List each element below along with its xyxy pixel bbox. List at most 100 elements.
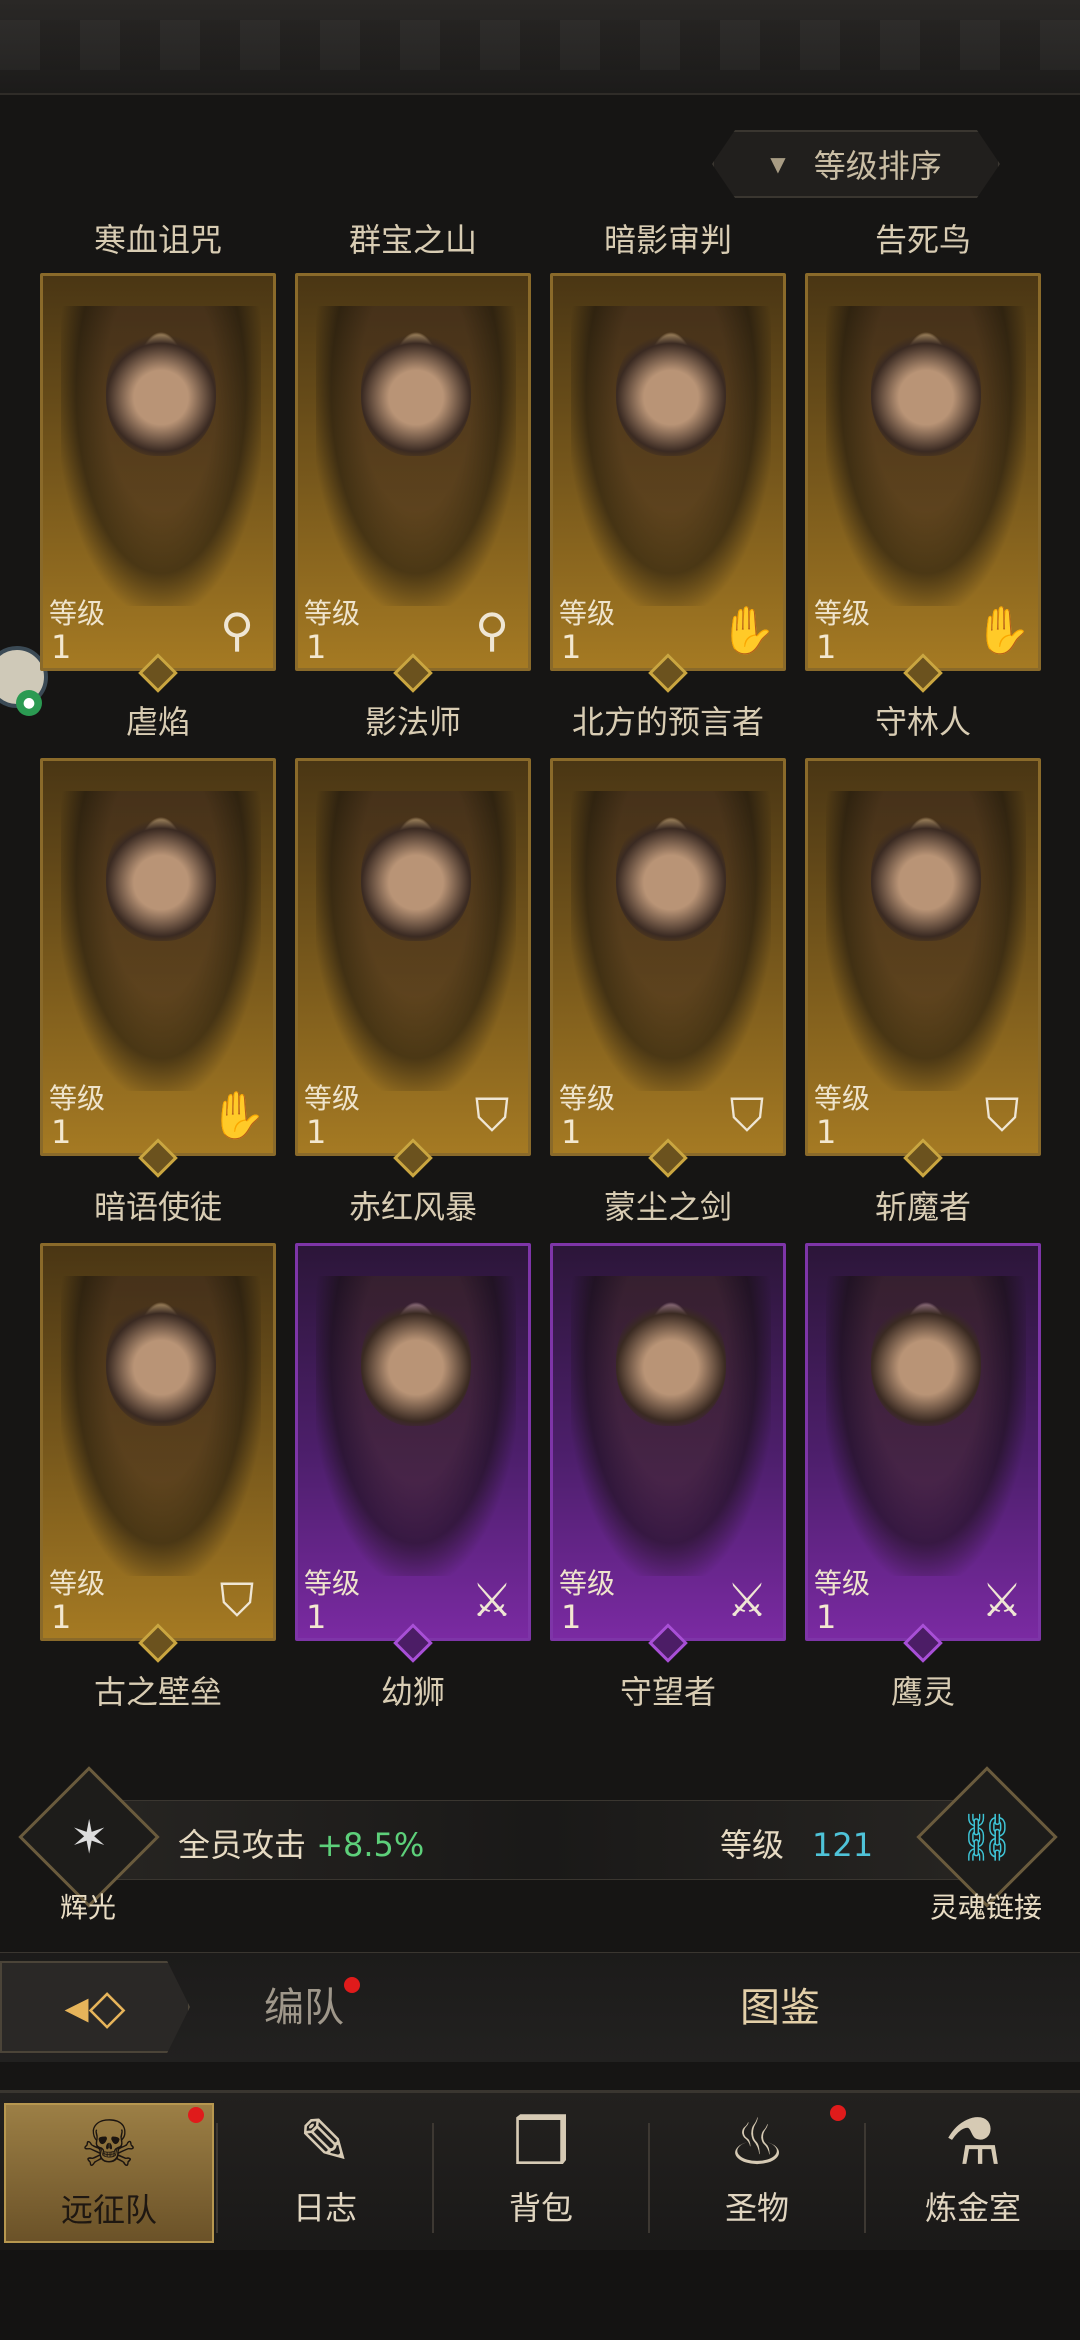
- hero-level-value: 1: [561, 1598, 582, 1636]
- hero-title: 群宝之山: [348, 221, 477, 259]
- sort-button[interactable]: ▼ 等级排序: [712, 130, 1000, 198]
- nav-item-label: 圣物: [724, 2189, 789, 2227]
- hero-name: 幼狮: [380, 1673, 445, 1711]
- hero-portrait: [571, 791, 771, 1091]
- shield-icon: ⛉: [984, 1088, 1020, 1142]
- hero-level-label: 等级: [814, 1082, 871, 1115]
- notification-dot: [188, 2107, 204, 2123]
- hero-name: 守林人: [874, 703, 971, 741]
- hero-name: 鹰灵: [890, 1673, 955, 1711]
- tab-codex[interactable]: 图鉴: [740, 1975, 820, 2033]
- hero-level-value: 1: [51, 1113, 72, 1151]
- hero-name: 虐焰: [125, 703, 190, 741]
- soul-link-button[interactable]: ⛓: [916, 1766, 1058, 1908]
- hero-level-value: 1: [561, 628, 582, 666]
- top-banner: [0, 0, 1080, 95]
- hero-level-label: 等级: [304, 1082, 361, 1115]
- nav-item[interactable]: ❒ 背包: [436, 2103, 646, 2243]
- nav-item[interactable]: ⚗ 炼金室: [868, 2103, 1078, 2243]
- hero-level-label: 等级: [304, 597, 361, 630]
- nav-item[interactable]: ☠ 远征队: [4, 2103, 214, 2243]
- dropdown-triangle-icon: ▼: [770, 152, 786, 176]
- nav-item-label: 炼金室: [924, 2189, 1021, 2227]
- bonus-bar: ✶ 辉光 全员攻击 +8.5% 等级 121 ⛓ 灵魂链接: [0, 1766, 1080, 1924]
- radiance-label: 辉光: [60, 1891, 117, 1924]
- hero-portrait: [826, 306, 1026, 606]
- radiance-icon: ✶: [69, 1809, 109, 1864]
- bottom-nav: ☠ 远征队 ✎ 日志 ❒ 背包 ♨ 圣物 ⚗ 炼金室: [0, 2090, 1080, 2250]
- hero-level-label: 等级: [49, 1082, 106, 1115]
- hero-level-label: 等级: [559, 1567, 616, 1600]
- hero-portrait-frame: 等级 1 ⛉: [550, 758, 786, 1156]
- hero-level-label: 等级: [49, 1567, 106, 1600]
- helmet-icon: ☠: [80, 2108, 138, 2182]
- soul-link-label: 灵魂链接: [930, 1891, 1043, 1924]
- hero-level-value: 1: [816, 1598, 837, 1636]
- hero-level-label: 等级: [559, 1082, 616, 1115]
- hero-title: 告死鸟: [874, 221, 971, 259]
- notification-dot: [344, 1977, 360, 1993]
- hero-level-value: 1: [561, 1113, 582, 1151]
- hero-level-label: 等级: [559, 597, 616, 630]
- bottom-bar: [0, 2250, 1080, 2340]
- hero-portrait-frame: 等级 1 ⛉: [295, 758, 531, 1156]
- hero-level-value: 1: [306, 1113, 327, 1151]
- hero-portrait-frame: 等级 1 ⚲: [40, 273, 276, 671]
- hero-portrait-frame: 等级 1 ✋: [40, 758, 276, 1156]
- scroll-icon: ✎: [298, 2106, 352, 2180]
- nav-divider: [864, 2123, 866, 2233]
- tab-team[interactable]: 编队: [264, 1975, 344, 2033]
- staff-icon: ⚲: [220, 603, 254, 657]
- hero-level-value: 1: [306, 1598, 327, 1636]
- hero-portrait: [316, 791, 516, 1091]
- hero-portrait-frame: 等级 1 ⚔: [805, 1243, 1041, 1641]
- radiance-emblem-button[interactable]: ✶: [18, 1766, 160, 1908]
- shield-icon: ⛉: [474, 1088, 510, 1142]
- hero-portrait: [61, 791, 261, 1091]
- hero-level-value: 1: [51, 628, 72, 666]
- team-attack-value: +8.5%: [316, 1826, 425, 1864]
- hero-name: 北方的预言者: [571, 703, 764, 741]
- nav-item-label: 背包: [508, 2189, 573, 2227]
- hero-name: 赤红风暴: [348, 1188, 477, 1226]
- hero-name: 暗语使徒: [93, 1188, 222, 1226]
- hand-icon: ✋: [719, 603, 777, 657]
- hero-name: 守望者: [619, 1673, 716, 1711]
- notification-dot: [830, 2105, 846, 2121]
- nav-item-label: 远征队: [60, 2191, 157, 2229]
- soul-link-level-value: 121: [812, 1826, 874, 1864]
- back-button[interactable]: ◂◇: [0, 1961, 190, 2053]
- hero-portrait: [571, 1276, 771, 1576]
- sword-icon: ⚔: [726, 1573, 768, 1627]
- hero-portrait: [61, 1276, 261, 1576]
- sub-tabs: ◂◇ 编队 图鉴: [0, 1952, 1080, 2062]
- hero-portrait-frame: 等级 1 ✋: [805, 273, 1041, 671]
- hero-level-value: 1: [306, 628, 327, 666]
- hero-name: 古之壁垒: [93, 1673, 222, 1711]
- hero-portrait-frame: 等级 1 ✋: [550, 273, 786, 671]
- hero-portrait: [571, 306, 771, 606]
- nav-item[interactable]: ✎ 日志: [220, 2103, 430, 2243]
- hero-level-value: 1: [816, 628, 837, 666]
- nav-item-label: 日志: [292, 2189, 357, 2227]
- hero-portrait-frame: 等级 1 ⚔: [550, 1243, 786, 1641]
- shield-icon: ⛉: [219, 1573, 255, 1627]
- hero-portrait: [61, 306, 261, 606]
- alchemy-icon: ⚗: [944, 2106, 1002, 2180]
- hero-level-value: 1: [51, 1598, 72, 1636]
- hero-portrait-frame: 等级 1 ⚲: [295, 273, 531, 671]
- nav-divider: [648, 2123, 650, 2233]
- hero-portrait-frame: 等级 1 ⚔: [295, 1243, 531, 1641]
- hand-icon: ✋: [974, 603, 1032, 657]
- hero-name: 蒙尘之剑: [603, 1188, 732, 1226]
- hero-title: 暗影审判: [603, 221, 732, 259]
- nav-divider: [432, 2123, 434, 2233]
- sword-icon: ⚔: [981, 1573, 1023, 1627]
- hero-portrait-frame: 等级 1 ⛉: [40, 1243, 276, 1641]
- hero-portrait: [826, 1276, 1026, 1576]
- nav-item[interactable]: ♨ 圣物: [652, 2103, 862, 2243]
- soul-link-level: 等级 121: [720, 1820, 873, 1866]
- hero-portrait: [316, 1276, 516, 1576]
- chain-link-icon: ⛓: [957, 1809, 1017, 1864]
- hero-level-label: 等级: [304, 1567, 361, 1600]
